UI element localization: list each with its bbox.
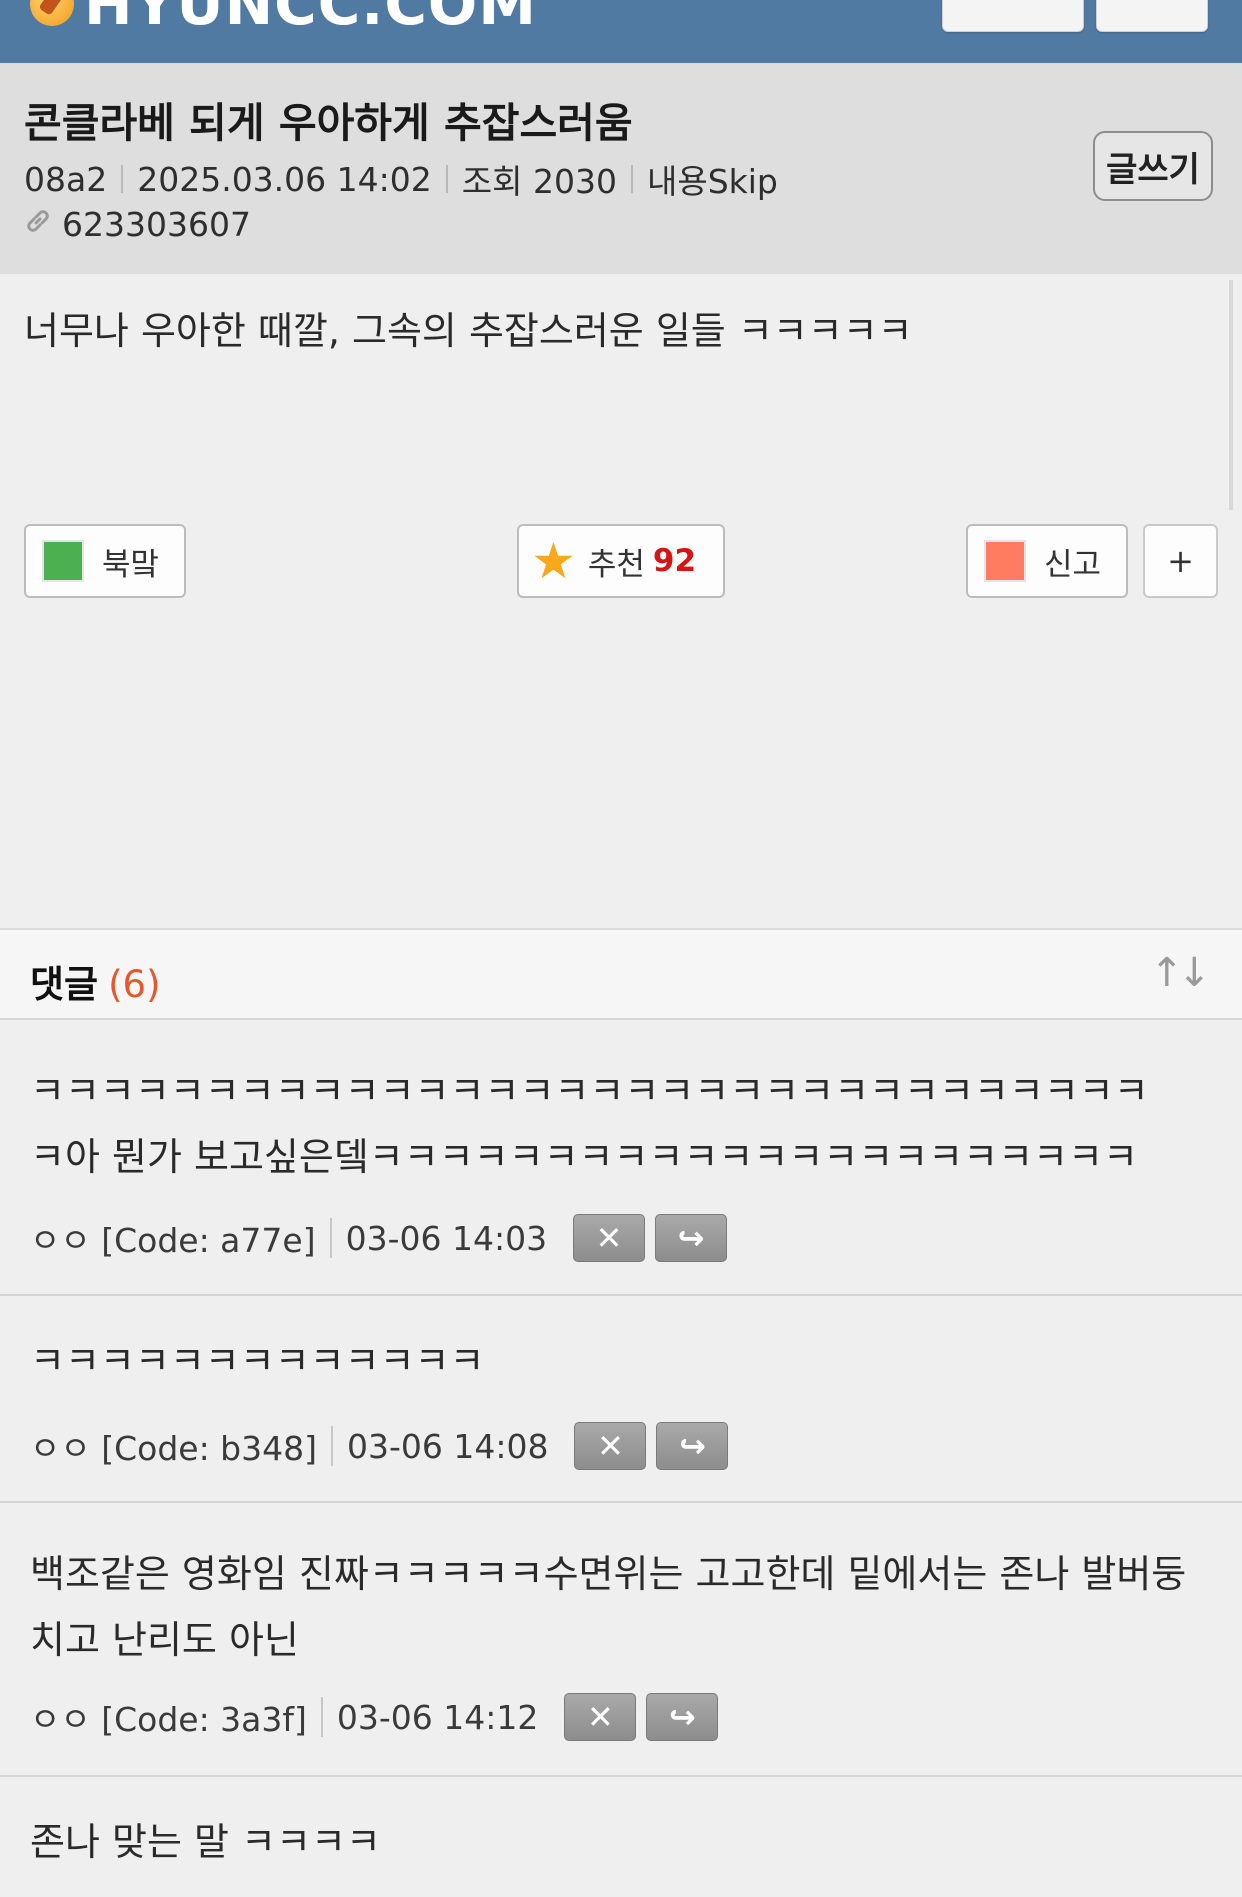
meta-divider: [630, 165, 633, 193]
comment-author: ㅇㅇ [Code: 3a3f]: [30, 1700, 307, 1739]
reply-arrow-icon: ↪: [668, 1698, 696, 1736]
comment-text: ㅋㅋㅋㅋㅋㅋㅋㅋㅋㅋㅋㅋㅋ: [30, 1339, 485, 1383]
bookmark-label: 북맠: [102, 546, 160, 583]
bookmark-icon: [42, 540, 84, 582]
comments-label: 댓글: [30, 963, 99, 1006]
comment-text: 존나 맞는 말 ㅋㅋㅋㅋ: [30, 1820, 381, 1864]
more-actions-button[interactable]: +: [1143, 524, 1218, 598]
scrollbar[interactable]: [1229, 280, 1233, 510]
meta-divider: [121, 165, 124, 193]
site-logo[interactable]: HYUNCC.COM: [30, 0, 537, 38]
comment-item: ㅋㅋㅋㅋㅋㅋㅋㅋㅋㅋㅋㅋㅋㅋㅋㅋㅋㅋㅋㅋㅋㅋㅋㅋㅋㅋㅋㅋㅋㅋㅋㅋ ㅋ아 뭔가 보…: [0, 1020, 1242, 1296]
comment-text: ㅋㅋㅋㅋㅋㅋㅋㅋㅋㅋㅋㅋㅋㅋㅋㅋㅋㅋㅋㅋㅋㅋㅋㅋㅋㅋㅋㅋㅋㅋㅋㅋ ㅋ아 뭔가 보…: [30, 1069, 1149, 1179]
recommend-label: 추천: [587, 546, 645, 583]
close-icon: ✕: [586, 1698, 614, 1736]
sort-arrows-icon[interactable]: ↑↓: [1150, 950, 1211, 996]
report-icon: [984, 540, 1026, 582]
post-body: 너무나 우아한 때깔, 그속의 추잡스러운 일들 ㅋㅋㅋㅋㅋ: [24, 309, 913, 353]
delete-comment-button[interactable]: ✕: [573, 1214, 646, 1262]
reply-comment-button[interactable]: ↪: [656, 1422, 729, 1470]
reply-arrow-icon: ↪: [677, 1219, 705, 1257]
reply-comment-button[interactable]: ↪: [646, 1693, 719, 1741]
comments-header: 댓글 (6) ↑↓: [0, 928, 1242, 1020]
meta-divider: [330, 1426, 333, 1466]
post-link[interactable]: 623303607: [24, 205, 251, 244]
comment-time: 03-06 14:03: [345, 1218, 548, 1258]
meta-divider: [320, 1697, 323, 1737]
recommend-button[interactable]: ★ 추천 92: [517, 524, 725, 598]
top-menu-button[interactable]: [942, 0, 1084, 32]
comment-meta: ㅇㅇ [Code: 3a3f] 03-06 14:12 ✕ ↪: [30, 1693, 719, 1741]
close-icon: ✕: [595, 1219, 623, 1257]
post-title: 콘클라베 되게 우아하게 추잡스러움: [24, 99, 633, 147]
comment-author: ㅇㅇ [Code: a77e]: [30, 1221, 316, 1260]
recommend-count: 92: [652, 543, 697, 579]
comment-meta: ㅇㅇ [Code: a77e] 03-06 14:03 ✕ ↪: [30, 1214, 728, 1262]
comment-item: 존나 맞는 말 ㅋㅋㅋㅋ: [0, 1777, 1242, 1897]
reply-comment-button[interactable]: ↪: [655, 1214, 728, 1262]
post-meta: 08a2 2025.03.06 14:02 조회 2030 내용Skip: [24, 155, 778, 203]
skip-link[interactable]: 내용Skip: [647, 155, 778, 203]
comment-time: 03-06 14:12: [336, 1697, 539, 1737]
comment-item: 백조같은 영화임 진짜ㅋㅋㅋㅋㅋ수면위는 고고한데 밑에서는 존나 발버둥 치고…: [0, 1503, 1242, 1777]
logo-icon: [30, 0, 74, 26]
delete-comment-button[interactable]: ✕: [574, 1422, 647, 1470]
reply-arrow-icon: ↪: [679, 1427, 706, 1465]
top-more-button[interactable]: [1096, 0, 1208, 32]
link-icon: [24, 207, 52, 243]
post-author[interactable]: 08a2: [24, 160, 107, 199]
top-bar: HYUNCC.COM: [0, 0, 1242, 63]
comment-meta: ㅇㅇ [Code: b348] 03-06 14:08 ✕ ↪: [30, 1422, 729, 1470]
comment-author: ㅇㅇ [Code: b348]: [30, 1429, 317, 1468]
star-icon: ★: [531, 532, 576, 590]
comment-time: 03-06 14:08: [346, 1426, 549, 1466]
bookmark-button[interactable]: 북맠: [24, 524, 186, 598]
comment-text: 백조같은 영화임 진짜ㅋㅋㅋㅋㅋ수면위는 고고한데 밑에서는 존나 발버둥 치고…: [30, 1552, 1187, 1662]
post-header: 콘클라베 되게 우아하게 추잡스러움 08a2 2025.03.06 14:02…: [0, 63, 1242, 274]
logo-text: HYUNCC.COM: [84, 0, 537, 38]
write-button[interactable]: 글쓰기: [1093, 131, 1213, 201]
post-id: 623303607: [62, 205, 251, 244]
report-button[interactable]: 신고: [966, 524, 1128, 598]
post-datetime: 2025.03.06 14:02: [137, 159, 432, 199]
comments-title: 댓글 (6): [30, 954, 161, 1008]
meta-divider: [329, 1218, 332, 1258]
report-label: 신고: [1044, 546, 1102, 583]
post-views: 조회 2030: [461, 162, 617, 201]
close-icon: ✕: [597, 1427, 624, 1465]
delete-comment-button[interactable]: ✕: [564, 1693, 637, 1741]
comment-item: ㅋㅋㅋㅋㅋㅋㅋㅋㅋㅋㅋㅋㅋ ㅇㅇ [Code: b348] 03-06 14:0…: [0, 1296, 1242, 1503]
comments-count: (6): [108, 963, 161, 1006]
meta-divider: [445, 165, 448, 193]
